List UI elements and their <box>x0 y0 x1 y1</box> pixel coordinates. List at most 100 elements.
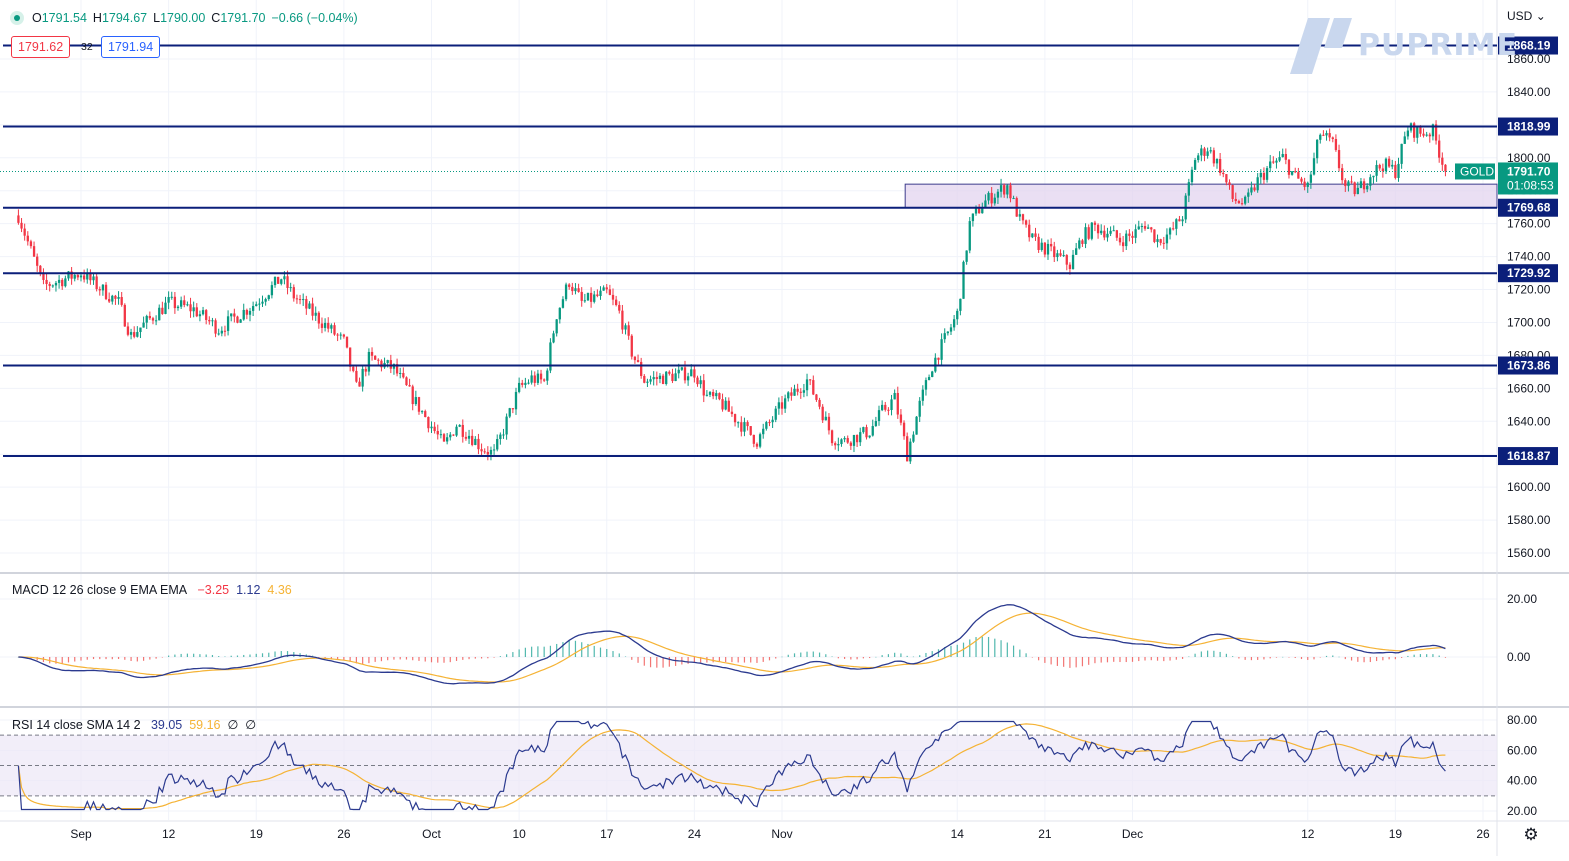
macd-hist-bar <box>1019 649 1021 657</box>
price-tick-label: 1580.00 <box>1507 513 1551 527</box>
macd-hist-bar <box>1432 654 1434 657</box>
candle-body <box>1071 254 1075 270</box>
sell-button[interactable]: 1791.62 <box>11 36 71 58</box>
macd-hist-bar <box>280 651 282 657</box>
macd-hist-bar <box>462 657 464 660</box>
macd-hist-bar <box>574 640 577 657</box>
time-tick-label: 24 <box>688 827 702 841</box>
candle-body <box>1369 177 1372 186</box>
candle-body <box>608 289 612 295</box>
macd-hist-bar <box>1000 640 1002 657</box>
macd-hist-bar <box>67 657 70 663</box>
candle-body <box>1109 230 1112 234</box>
macd-hist-bar <box>142 657 145 661</box>
candle-body <box>574 288 577 292</box>
macd-hist-bar <box>843 657 846 659</box>
candle-body <box>399 373 402 375</box>
candle-body <box>1081 240 1084 244</box>
candle-body <box>1012 198 1015 200</box>
candle-body <box>962 261 965 299</box>
candle-body <box>780 402 784 409</box>
candle-body <box>248 310 252 315</box>
candle-body <box>1362 181 1366 190</box>
candle-body <box>1003 185 1006 195</box>
buy-button[interactable]: 1791.94 <box>101 36 161 58</box>
candle-body <box>630 335 633 357</box>
candle-body <box>333 325 336 335</box>
candle-body <box>264 299 267 302</box>
candle-body <box>1200 148 1203 156</box>
macd-hist-bar <box>418 657 420 661</box>
candle-body <box>82 275 86 280</box>
watermark-text: PUPRIME <box>1358 28 1518 63</box>
candle-body <box>1256 177 1259 191</box>
candle-body <box>968 221 971 251</box>
candle-body <box>98 289 101 291</box>
candle-body <box>489 449 493 455</box>
candle-body <box>345 336 349 348</box>
macd-hist-bar <box>205 654 207 657</box>
candle-body <box>101 284 105 291</box>
macd-hist-bar <box>919 655 921 657</box>
candle-body <box>1165 234 1169 244</box>
macd-hist-bar <box>236 655 239 657</box>
macd-hist-bar <box>1357 657 1359 662</box>
candle-body <box>1143 226 1147 229</box>
macd-hist-bar <box>1269 657 1271 659</box>
macd-hist-bar <box>124 657 126 660</box>
candle-body <box>1090 222 1093 239</box>
time-tick-label: Dec <box>1122 827 1143 841</box>
macd-hist-bar <box>1332 655 1334 657</box>
candle-body <box>1356 187 1359 195</box>
currency-label: USD <box>1507 9 1533 23</box>
candle-body <box>1037 236 1040 250</box>
candle-body <box>846 438 849 443</box>
candle-body <box>1425 134 1428 136</box>
candle-body <box>477 438 480 450</box>
candle-body <box>974 208 978 214</box>
candle-body <box>543 379 546 381</box>
candle-body <box>154 320 158 322</box>
candle-body <box>1247 192 1250 197</box>
candle-body <box>1128 233 1131 236</box>
candle-body <box>211 320 214 322</box>
macd-hist-bar <box>1056 657 1058 666</box>
candle-body <box>417 397 421 412</box>
candle-body <box>1406 130 1410 137</box>
candle-body <box>61 279 64 287</box>
macd-hist-bar <box>1144 657 1146 661</box>
rsi-legend: RSI 14 close SMA 14 2 39.05 59.16 ∅ ∅ <box>12 717 256 732</box>
candle-body <box>1341 168 1344 181</box>
macd-hist-value: −3.25 <box>197 583 230 597</box>
candle-body <box>1419 127 1422 134</box>
candle-body <box>1106 233 1109 238</box>
candle-body <box>1347 181 1350 187</box>
currency-selector[interactable]: USD ⌄ <box>1507 9 1546 23</box>
candle-body <box>1250 187 1253 193</box>
candle-body <box>1140 226 1144 228</box>
candle-body <box>1344 180 1347 187</box>
macd-hist-bar <box>1125 657 1127 663</box>
candle-body <box>445 437 449 442</box>
candle-body <box>646 381 649 383</box>
candle-body <box>1240 203 1244 205</box>
macd-hist-bar <box>1213 650 1215 657</box>
candle-body <box>158 307 161 321</box>
macd-hist-bar <box>362 657 364 665</box>
candle-body <box>990 192 993 204</box>
watermark: PUPRIME <box>1290 14 1517 78</box>
level-badge-label: 1729.92 <box>1507 266 1551 280</box>
macd-hist-bar <box>1181 657 1184 659</box>
candle-body <box>1334 139 1338 151</box>
candle-body <box>108 299 111 302</box>
macd-hist-bar <box>230 655 232 657</box>
candle-body <box>327 322 330 329</box>
candle-body <box>952 319 956 328</box>
candle-body <box>1103 230 1106 238</box>
gear-icon[interactable]: ⚙ <box>1521 825 1541 845</box>
candle-body <box>1218 158 1222 173</box>
candle-body <box>189 304 192 312</box>
candle-body <box>120 297 123 305</box>
candle-body <box>205 310 208 320</box>
candle-body <box>126 326 130 335</box>
